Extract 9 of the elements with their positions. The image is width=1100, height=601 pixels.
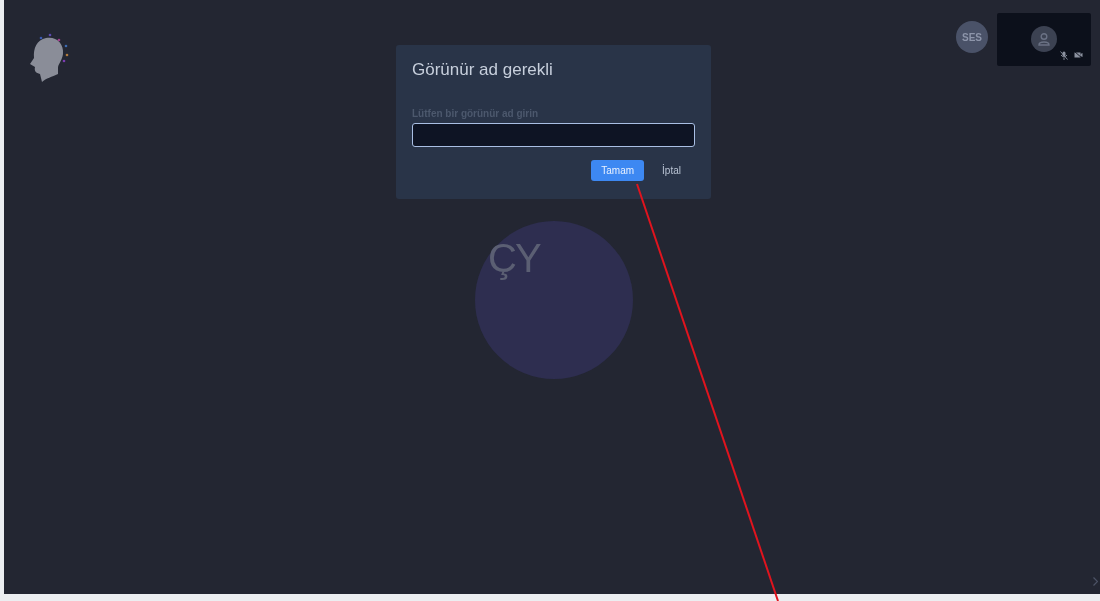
participant-avatar[interactable]: SES: [956, 21, 988, 53]
self-view-tile[interactable]: [997, 13, 1091, 66]
user-avatar-icon: [1031, 26, 1057, 52]
avatar-initials: ÇY: [488, 236, 540, 281]
display-name-field[interactable]: [412, 123, 695, 147]
ok-button[interactable]: Tamam: [591, 160, 645, 181]
chevron-right-icon[interactable]: [1093, 577, 1098, 586]
dialog-title: Görünür ad gerekli: [412, 60, 554, 80]
cancel-button[interactable]: İptal: [652, 160, 691, 181]
